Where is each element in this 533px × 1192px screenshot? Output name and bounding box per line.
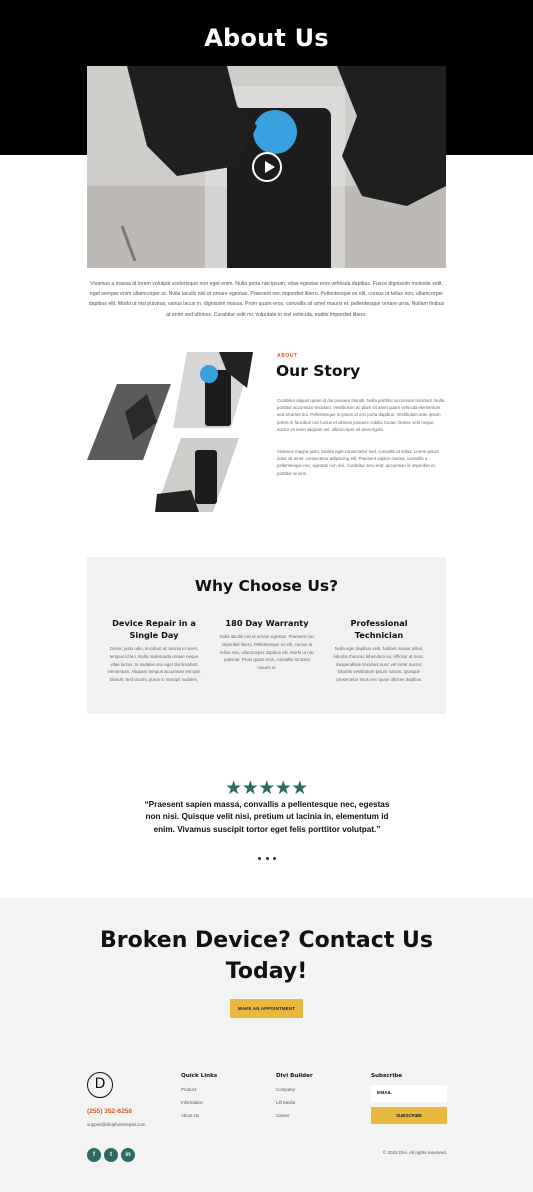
feature-card: 180 Day Warranty Nulla iaculis nisi et o… <box>218 617 316 672</box>
subscribe-email-field[interactable]: EMAIL <box>371 1085 447 1102</box>
footer-email[interactable]: support@diviphonerepair.com <box>87 1122 145 1127</box>
feature-title: Professional Technician <box>350 618 408 640</box>
feature-card: Professional Technician Nulla eget dapib… <box>330 617 428 684</box>
twitter-icon[interactable]: t <box>104 1148 118 1162</box>
divi-logo[interactable]: D <box>87 1072 113 1098</box>
page-title: About Us <box>204 24 329 52</box>
slider-dot[interactable] <box>273 857 276 860</box>
rating-stars: ★★★★★ <box>225 778 308 799</box>
story-image-collage <box>87 352 253 512</box>
slider-dots <box>258 857 276 861</box>
footer-link-lift-media[interactable]: Lift Media <box>276 1100 295 1105</box>
quick-links-heading: Quick Links <box>181 1073 218 1079</box>
footer-link-product[interactable]: Product <box>181 1087 196 1092</box>
appointment-button[interactable]: MAKE AN APPOINTMENT <box>230 999 303 1018</box>
story-paragraph-2: Vivamus magna justo, lacinia eget consec… <box>277 449 440 476</box>
subscribe-button[interactable]: SUBSCRIBE <box>371 1107 447 1124</box>
footer-link-company[interactable]: Company <box>276 1087 295 1092</box>
testimonial-quote: “Praesent sapien massa, convallis a pell… <box>144 800 390 834</box>
footer-phone[interactable]: (255) 352-6258 <box>87 1108 132 1115</box>
feature-title: Device Repair in a Single Day <box>112 618 196 640</box>
why-title: Why Choose Us? <box>194 577 339 595</box>
story-paragraph-1: Curabitur aliquet quam id dui posuere bl… <box>277 398 445 432</box>
story-eyebrow: ABOUT <box>277 353 298 359</box>
footer-link-about[interactable]: About Us <box>181 1113 199 1118</box>
copyright-text: © 2022 Divi. All rights reserved. <box>382 1150 447 1155</box>
feature-text: Nulla iaculis nisi et ornare egestas. Pr… <box>219 634 315 671</box>
feature-title: 180 Day Warranty <box>225 618 309 628</box>
linkedin-icon[interactable]: in <box>121 1148 135 1162</box>
slider-dot[interactable] <box>258 857 261 860</box>
cta-title: Broken Device? Contact Us Today! <box>100 928 433 984</box>
feature-text: Nulla eget dapibus velit. Nullam massa t… <box>333 646 425 683</box>
subscribe-heading: Subscribe <box>371 1073 403 1079</box>
facebook-icon[interactable]: f <box>87 1148 101 1162</box>
play-button[interactable] <box>252 152 282 182</box>
story-title: Our Story <box>276 362 361 380</box>
hero-video[interactable] <box>87 66 446 268</box>
feature-text: Donec justo odio, tincidunt ac lacinia e… <box>107 646 201 683</box>
slider-dot[interactable] <box>265 857 269 860</box>
footer-link-career[interactable]: Career <box>276 1113 289 1118</box>
intro-paragraph: Vivamus a massa id lorem volutpat sceler… <box>88 281 445 318</box>
feature-card: Device Repair in a Single Day Donec just… <box>105 617 203 684</box>
footer-link-information[interactable]: Information <box>181 1100 203 1105</box>
divi-builder-heading: Divi Builder <box>276 1073 313 1079</box>
